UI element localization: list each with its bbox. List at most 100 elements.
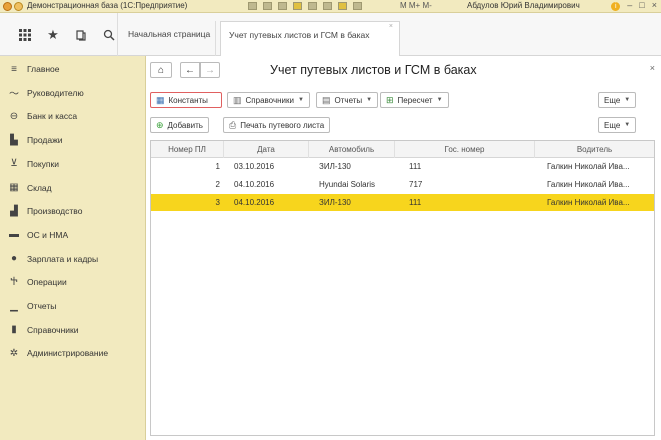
warehouse-icon: ▦ <box>9 182 19 193</box>
reports-dropdown[interactable]: ▤ Отчеты ▼ <box>316 92 379 108</box>
home-icon: ⌂ <box>157 64 165 76</box>
preview-tool-icon[interactable] <box>263 2 272 10</box>
sidebar-item-9[interactable]: ● Зарплата и кадры <box>0 249 146 269</box>
history-tool-icon[interactable] <box>353 2 362 10</box>
table-row[interactable]: 1 03.10.2016 ЗИЛ-130 111 Галкин Николай Ива.… <box>151 158 654 175</box>
more-dropdown-top[interactable]: Еще ▼ <box>598 92 637 108</box>
calculator-tool-icon[interactable] <box>323 2 332 10</box>
cell-number: 3 <box>215 198 220 207</box>
sidebar-item-label: Отчеты <box>27 301 57 311</box>
more-dropdown-table[interactable]: Еще ▼ <box>598 117 637 133</box>
apps-grid-icon[interactable] <box>18 28 32 42</box>
sidebar-item-5[interactable]: ⊻ Покупки <box>0 154 146 174</box>
reports-icon: ▤ <box>322 94 331 105</box>
sidebar-item-label: Покупки <box>27 158 59 169</box>
sidebar-item-label: Производство <box>27 206 83 217</box>
table-row[interactable]: 3 04.10.2016 ЗИЛ-130 111 Галкин Николай Ива.… <box>151 194 654 211</box>
search-icon[interactable] <box>102 28 116 42</box>
column-header-date[interactable]: Дата <box>224 141 309 158</box>
arrow-right-icon: → <box>205 64 215 76</box>
save-tool-icon[interactable] <box>278 2 287 10</box>
recalc-dropdown[interactable]: ⊞ Пересчет ▼ <box>380 92 449 108</box>
truck-icon: ▬ <box>9 229 19 241</box>
chevron-down-icon: ▼ <box>297 97 304 103</box>
print-tool-icon[interactable] <box>248 2 257 10</box>
minimize-button[interactable]: – <box>627 0 632 11</box>
constants-button[interactable]: ▦ Константы <box>150 92 222 108</box>
star-icon[interactable]: ★ <box>46 27 60 42</box>
sidebar-item-11[interactable]: ▁ Отчеты <box>0 296 146 316</box>
sidebar: ≡ Главное 〜 Руководителю ⊖ Банк и касса ▙ Прода… <box>0 56 146 440</box>
print-waybill-button[interactable]: ⎙ Печать путевого листа <box>223 117 331 133</box>
close-window-button[interactable]: × <box>652 0 657 11</box>
table-row[interactable]: 2 04.10.2016 Hyundai Solaris 717 Галкин Нико… <box>151 176 654 193</box>
cell-plate: 717 <box>409 180 423 189</box>
app-menu-icon[interactable] <box>14 2 23 11</box>
factory-icon: ▟ <box>10 205 18 217</box>
window-title: Демонстрационная база (1С:Предприятие) <box>27 1 188 10</box>
more-label: Еще <box>604 95 621 105</box>
current-user[interactable]: Абдулов Юрий Владимирович <box>467 1 580 10</box>
cell-date: 03.10.2016 <box>234 162 275 171</box>
waybills-table[interactable]: Номер ПЛ Дата Автомобиль Гос. номер Води… <box>150 140 655 436</box>
bar-chart-icon: ▁ <box>10 300 18 312</box>
form-close-icon[interactable]: × <box>650 63 655 73</box>
cart-icon: ⊻ <box>10 158 18 170</box>
link-tool-icon[interactable] <box>293 2 302 10</box>
window-controls: i – □ × <box>611 0 657 11</box>
sales-icon: ▙ <box>10 134 18 146</box>
chevron-down-icon: ▼ <box>366 97 373 103</box>
sidebar-item-4[interactable]: ▙ Продажи <box>0 130 146 150</box>
recalc-icon: ⊞ <box>386 94 394 105</box>
tab-close-icon[interactable]: × <box>389 22 393 32</box>
column-header-car[interactable]: Автомобиль <box>309 141 395 158</box>
sidebar-item-label: Руководителю <box>27 87 84 98</box>
sidebar-item-2[interactable]: 〜 Руководителю <box>0 83 146 103</box>
home-button[interactable]: ⌂ <box>150 62 172 78</box>
add-button[interactable]: ⊕ Добавить <box>150 117 209 133</box>
cell-car: ЗИЛ-130 <box>319 162 351 171</box>
tab-waybills-label: Учет путевых листов и ГСМ в баках <box>229 30 370 40</box>
restore-button[interactable]: □ <box>639 0 644 11</box>
sidebar-item-12[interactable]: ▮ Справочники <box>0 320 146 340</box>
sidebar-item-3[interactable]: ⊖ Банк и касса <box>0 106 146 126</box>
sidebar-item-7[interactable]: ▟ Производство <box>0 201 146 221</box>
sidebar-item-10[interactable]: Ⴕ Операции <box>0 272 146 292</box>
sidebar-item-8[interactable]: ▬ ОС и НМА <box>0 225 146 245</box>
waybills-form: ⌂ ← → Учет путевых листов и ГСМ в баках … <box>146 56 661 440</box>
tab-home-label: Начальная страница <box>128 29 211 39</box>
column-header-driver[interactable]: Водитель <box>535 141 654 158</box>
sidebar-item-13[interactable]: ✲ Администрирование <box>0 343 146 363</box>
memory-controls[interactable]: M M+ M- <box>400 1 432 10</box>
chevron-down-icon: ▼ <box>624 122 631 128</box>
cell-number: 1 <box>215 162 220 171</box>
favorites-tool-icon[interactable] <box>338 2 347 10</box>
references-dropdown[interactable]: ▥ Справочники ▼ <box>227 92 310 108</box>
menu-icon: ≡ <box>11 63 17 75</box>
sidebar-item-label: ОС и НМА <box>27 229 69 240</box>
cell-date: 04.10.2016 <box>234 180 275 189</box>
printer-icon: ⎙ <box>229 119 237 130</box>
cell-driver: Галкин Николай Ива... <box>547 162 630 171</box>
bank-icon: ⊖ <box>9 110 19 122</box>
sidebar-item-6[interactable]: ▦ Склад <box>0 178 146 198</box>
chevron-down-icon: ▼ <box>624 97 631 103</box>
back-button[interactable]: ← <box>180 62 200 78</box>
sidebar-item-label: Продажи <box>27 135 63 146</box>
column-header-number[interactable]: Номер ПЛ <box>151 141 224 158</box>
column-header-plate[interactable]: Гос. номер <box>395 141 535 158</box>
cell-plate: 111 <box>409 198 422 207</box>
sidebar-item-label: Зарплата и кадры <box>27 253 99 264</box>
sidebar-item-1[interactable]: ≡ Главное <box>0 59 146 79</box>
tab-home[interactable]: Начальная страница <box>120 21 216 56</box>
window-title-bar: Демонстрационная база (1С:Предприятие) M… <box>0 0 661 13</box>
history-icon[interactable] <box>74 28 88 42</box>
gear-icon: ✲ <box>9 347 19 359</box>
reports-label: Отчеты <box>334 95 363 105</box>
chevron-down-icon: ▼ <box>436 97 443 103</box>
tab-waybills[interactable]: Учет путевых листов и ГСМ в баках × <box>220 21 400 57</box>
calendar-tool-icon[interactable] <box>308 2 317 10</box>
forward-button[interactable]: → <box>200 62 220 78</box>
book-icon: ▮ <box>11 324 17 336</box>
info-icon[interactable]: i <box>611 2 621 11</box>
